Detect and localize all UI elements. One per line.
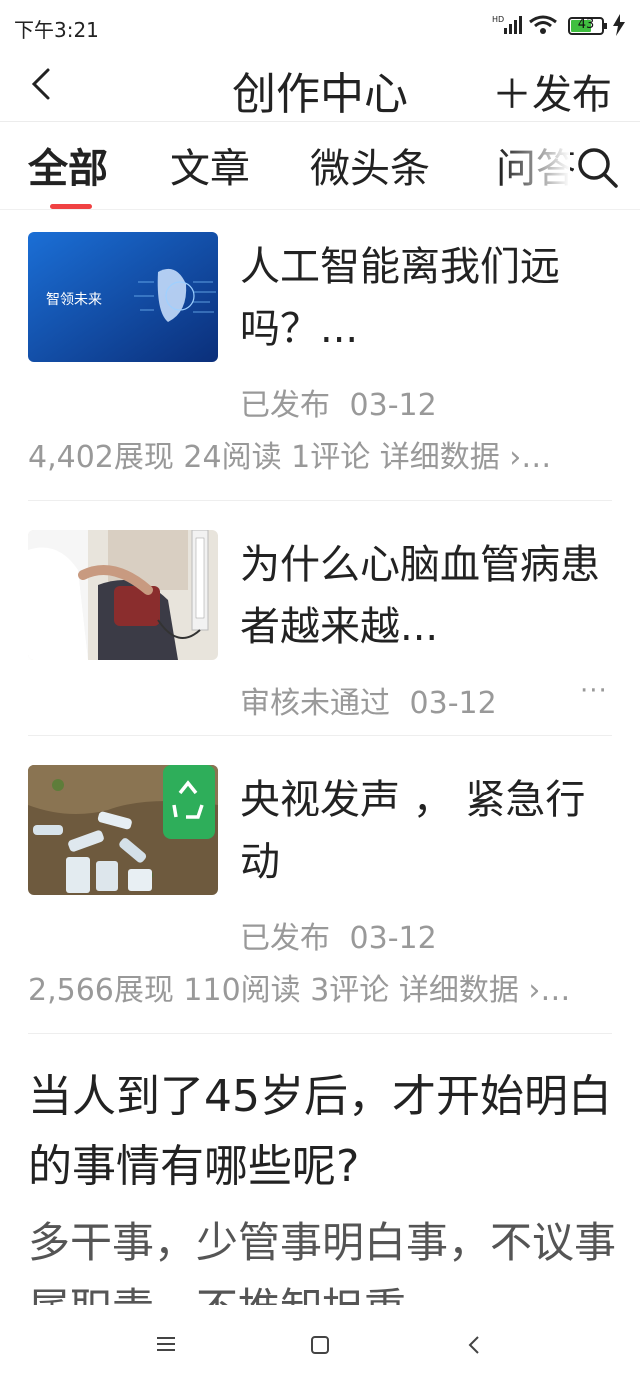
article-stats[interactable]: 2,566展现 110阅读 3评论 详细数据 ›… bbox=[28, 965, 612, 1009]
home-button[interactable] bbox=[310, 1335, 330, 1355]
article-title[interactable]: 为什么心脑血管病患者越来越... bbox=[240, 534, 605, 658]
article-status-date: 审核未通过 03-12 bbox=[240, 678, 497, 722]
menu-button[interactable] bbox=[156, 1335, 176, 1353]
post-body[interactable]: 多干事，少管事明白事，不议事属职责，不推卸担重 bbox=[28, 1210, 618, 1308]
status-bar: 下午3:21 HD 43 bbox=[0, 0, 640, 50]
article-status: 审核未通过 bbox=[240, 686, 390, 721]
article-title[interactable]: 人工智能离我们远吗？... bbox=[240, 236, 605, 360]
charging-icon bbox=[613, 14, 625, 36]
article-date: 03-12 bbox=[349, 921, 437, 956]
tab-bar: 全部 文章 微头条 问答 bbox=[0, 122, 640, 210]
article-thumbnail: 智领未来 bbox=[28, 232, 218, 362]
signal-icon: HD bbox=[492, 15, 522, 34]
system-back-button[interactable] bbox=[466, 1335, 482, 1355]
thumbnail-caption: 智领未来 bbox=[46, 292, 102, 308]
tab-all[interactable]: 全部 bbox=[28, 136, 108, 194]
battery-icon: 43 bbox=[568, 17, 607, 35]
system-nav-bar bbox=[0, 1305, 640, 1387]
battery-level: 43 bbox=[577, 17, 595, 32]
tab-articles[interactable]: 文章 bbox=[170, 136, 250, 194]
article-stats[interactable]: 4,402展现 24阅读 1评论 详细数据 ›… bbox=[28, 432, 612, 476]
article-status-date: 已发布 03-12 bbox=[240, 913, 437, 957]
article-thumbnail bbox=[28, 765, 218, 895]
post-title[interactable]: 当人到了45岁后，才开始明白的事情有哪些呢? bbox=[28, 1062, 618, 1202]
article-date: 03-12 bbox=[409, 686, 497, 721]
publish-button[interactable]: ＋发布 bbox=[492, 62, 612, 120]
article-status: 已发布 bbox=[240, 388, 330, 423]
more-options-icon[interactable]: ··· bbox=[580, 676, 608, 706]
article-status: 已发布 bbox=[240, 921, 330, 956]
tab-micro[interactable]: 微头条 bbox=[310, 136, 430, 194]
article-date: 03-12 bbox=[349, 388, 437, 423]
article-thumbnail bbox=[28, 530, 218, 660]
svg-text:HD: HD bbox=[492, 15, 504, 24]
article-title[interactable]: 央视发声 ， 紧急行动 bbox=[240, 769, 605, 893]
article-status-date: 已发布 03-12 bbox=[240, 380, 437, 424]
wifi-icon bbox=[529, 15, 557, 34]
search-icon[interactable] bbox=[574, 144, 620, 190]
app-header: 创作中心 ＋发布 bbox=[0, 50, 640, 120]
status-time: 下午3:21 bbox=[14, 18, 99, 42]
